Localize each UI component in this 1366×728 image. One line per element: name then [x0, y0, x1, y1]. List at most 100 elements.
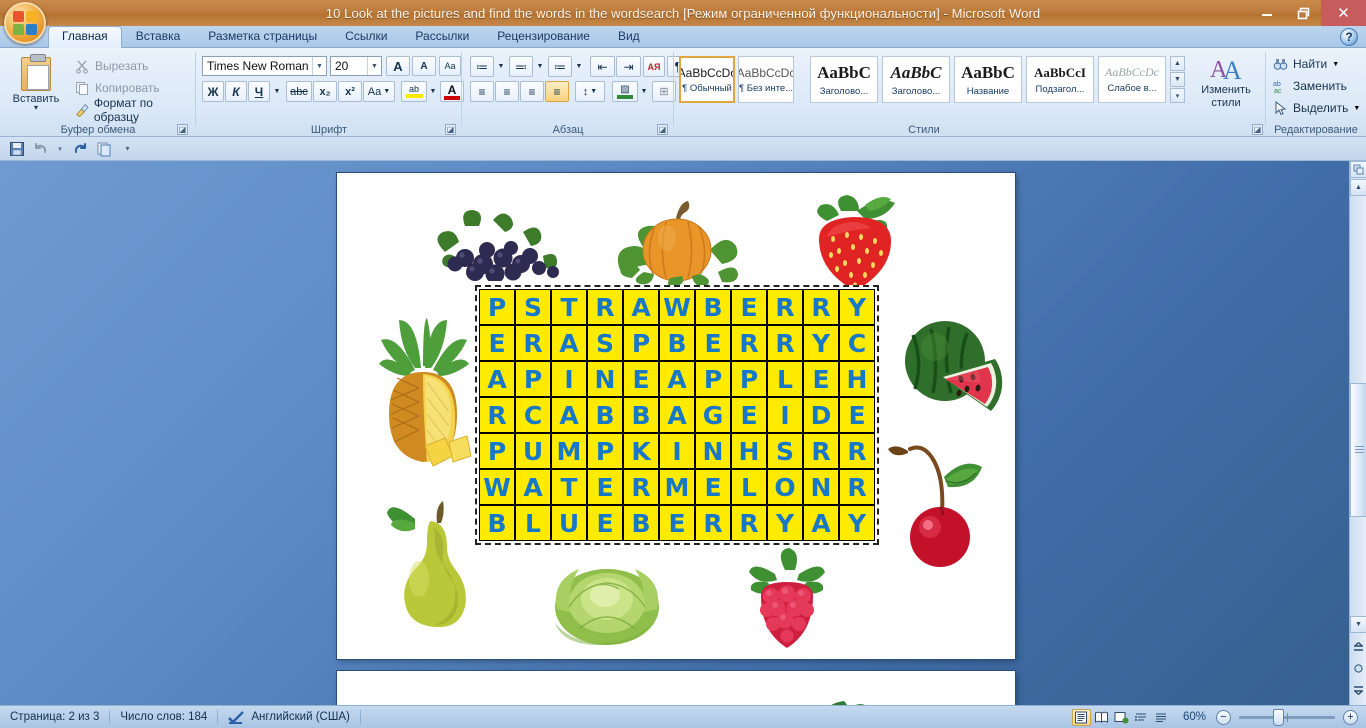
wordsearch-cell-r7-c5[interactable]: B: [623, 505, 659, 541]
wordsearch-cell-r5-c3[interactable]: M: [551, 433, 587, 469]
undo-caret[interactable]: ▾: [54, 139, 66, 158]
raspberry-image[interactable]: [737, 548, 837, 653]
cherry-image[interactable]: [882, 441, 987, 576]
style-title[interactable]: AaBbC Название: [954, 56, 1022, 103]
wordsearch-cell-r7-c1[interactable]: B: [479, 505, 515, 541]
wordsearch-cell-r2-c8[interactable]: R: [731, 325, 767, 361]
style-no-spacing[interactable]: AaBbCcDc ¶ Без инте...: [738, 56, 794, 103]
tab-view[interactable]: Вид: [604, 26, 654, 48]
style-subtitle[interactable]: AaBbCcI Подзагол...: [1026, 56, 1094, 103]
tab-review[interactable]: Рецензирование: [483, 26, 604, 48]
line-spacing-button[interactable]: ↕ ▼: [575, 81, 605, 102]
style-normal[interactable]: AaBbCcDc ¶ Обычный: [679, 56, 735, 103]
wordsearch-cell-r6-c10[interactable]: N: [803, 469, 839, 505]
shading-button[interactable]: ▨: [612, 81, 638, 102]
scroll-down-button[interactable]: ▼: [1350, 616, 1366, 633]
shading-caret[interactable]: ▼: [638, 81, 650, 102]
wordsearch-cell-r5-c11[interactable]: R: [839, 433, 875, 469]
highlight-button[interactable]: ab: [401, 81, 427, 102]
wordsearch-cell-r2-c10[interactable]: Y: [803, 325, 839, 361]
wordsearch-cell-r6-c5[interactable]: R: [623, 469, 659, 505]
page-indicator[interactable]: Страница: 2 из 3: [0, 706, 109, 728]
shrink-font-button[interactable]: A: [412, 56, 436, 76]
font-dialog-launcher[interactable]: ◪: [445, 124, 456, 135]
italic-button[interactable]: К: [225, 81, 247, 102]
previous-page-button[interactable]: [1350, 639, 1366, 656]
wordsearch-cell-r7-c6[interactable]: E: [659, 505, 695, 541]
increase-indent-button[interactable]: ⇥: [616, 56, 641, 77]
underline-caret[interactable]: ▼: [271, 81, 283, 102]
wordsearch-cell-r3-c6[interactable]: A: [659, 361, 695, 397]
change-styles-button[interactable]: A A Изменить стили: [1194, 54, 1258, 120]
superscript-button[interactable]: x²: [338, 81, 362, 102]
tab-home[interactable]: Главная: [48, 26, 122, 48]
wordsearch-cell-r1-c3[interactable]: T: [551, 289, 587, 325]
document-workspace[interactable]: PSTRAWBERRYERASPBERRYCAPINEAPPLEHRCABBAG…: [0, 161, 1366, 705]
redo-icon[interactable]: [69, 139, 90, 158]
wordsearch-cell-r4-c7[interactable]: G: [695, 397, 731, 433]
wordsearch-object[interactable]: PSTRAWBERRYERASPBERRYCAPINEAPPLEHRCABBAG…: [475, 285, 879, 545]
pumpkin-image[interactable]: [614, 198, 740, 286]
tab-insert[interactable]: Вставка: [122, 26, 195, 48]
cut-button[interactable]: Вырезать: [72, 56, 151, 76]
format-painter-button[interactable]: Формат по образцу: [72, 96, 196, 124]
wordsearch-cell-r2-c7[interactable]: E: [695, 325, 731, 361]
wordsearch-cell-r6-c3[interactable]: T: [551, 469, 587, 505]
zoom-out-button[interactable]: −: [1216, 709, 1231, 725]
wordsearch-cell-r2-c5[interactable]: P: [623, 325, 659, 361]
wordsearch-cell-r2-c11[interactable]: C: [839, 325, 875, 361]
wordsearch-cell-r2-c9[interactable]: R: [767, 325, 803, 361]
wordsearch-cell-r5-c9[interactable]: S: [767, 433, 803, 469]
paste-dropdown-caret[interactable]: ▾: [34, 104, 38, 112]
wordsearch-cell-r6-c4[interactable]: E: [587, 469, 623, 505]
customize-qat-caret[interactable]: ▾: [117, 139, 138, 158]
font-size-combo[interactable]: 20 ▼: [330, 56, 382, 76]
subscript-button[interactable]: x₂: [313, 81, 337, 102]
wordsearch-cell-r3-c3[interactable]: I: [551, 361, 587, 397]
wordsearch-cell-r1-c6[interactable]: W: [659, 289, 695, 325]
vertical-scrollbar[interactable]: ▲ ▼: [1349, 161, 1366, 705]
zoom-in-button[interactable]: +: [1343, 709, 1358, 725]
help-icon[interactable]: ?: [1340, 28, 1358, 46]
select-browse-object-button[interactable]: [1350, 660, 1366, 677]
cabbage-image[interactable]: [545, 553, 670, 648]
wordsearch-cell-r7-c9[interactable]: Y: [767, 505, 803, 541]
replace-button[interactable]: ab ac Заменить: [1270, 76, 1350, 96]
leaf-image[interactable]: [792, 693, 882, 705]
undo-icon[interactable]: [30, 139, 51, 158]
sort-button[interactable]: АЯ: [643, 56, 665, 77]
wordsearch-cell-r3-c10[interactable]: E: [803, 361, 839, 397]
wordsearch-cell-r4-c8[interactable]: E: [731, 397, 767, 433]
wordsearch-cell-r6-c8[interactable]: L: [731, 469, 767, 505]
wordsearch-cell-r5-c5[interactable]: K: [623, 433, 659, 469]
wordsearch-cell-r1-c11[interactable]: Y: [839, 289, 875, 325]
wordsearch-cell-r5-c2[interactable]: U: [515, 433, 551, 469]
wordsearch-cell-r1-c4[interactable]: R: [587, 289, 623, 325]
wordsearch-cell-r6-c9[interactable]: O: [767, 469, 803, 505]
wordsearch-cell-r4-c10[interactable]: D: [803, 397, 839, 433]
view-print-layout-button[interactable]: [1071, 708, 1091, 726]
zoom-slider-thumb[interactable]: [1273, 708, 1284, 726]
blueberries-image[interactable]: [425, 206, 570, 281]
wordsearch-cell-r7-c3[interactable]: U: [551, 505, 587, 541]
wordsearch-cell-r6-c11[interactable]: R: [839, 469, 875, 505]
underline-button[interactable]: Ч: [248, 81, 270, 102]
wordsearch-cell-r4-c4[interactable]: B: [587, 397, 623, 433]
scrollbar-thumb[interactable]: [1350, 383, 1366, 517]
wordsearch-cell-r4-c5[interactable]: B: [623, 397, 659, 433]
font-name-combo[interactable]: Times New Roman ▼: [202, 56, 327, 76]
pear-image[interactable]: [385, 493, 480, 628]
office-button[interactable]: [4, 2, 46, 44]
view-outline-button[interactable]: [1132, 709, 1151, 726]
wordsearch-cell-r3-c11[interactable]: H: [839, 361, 875, 397]
tab-page-layout[interactable]: Разметка страницы: [194, 26, 331, 48]
language-indicator[interactable]: Английский (США): [218, 706, 360, 728]
wordsearch-cell-r3-c1[interactable]: A: [479, 361, 515, 397]
wordsearch-cell-r7-c7[interactable]: R: [695, 505, 731, 541]
wordsearch-cell-r2-c6[interactable]: B: [659, 325, 695, 361]
paste-button[interactable]: Вставить ▾: [8, 54, 64, 120]
copy-button[interactable]: Копировать: [72, 78, 163, 98]
wordsearch-cell-r1-c9[interactable]: R: [767, 289, 803, 325]
wordsearch-cell-r2-c2[interactable]: R: [515, 325, 551, 361]
style-subtle-emphasis[interactable]: AaBbCcDc Слабое в...: [1098, 56, 1166, 103]
